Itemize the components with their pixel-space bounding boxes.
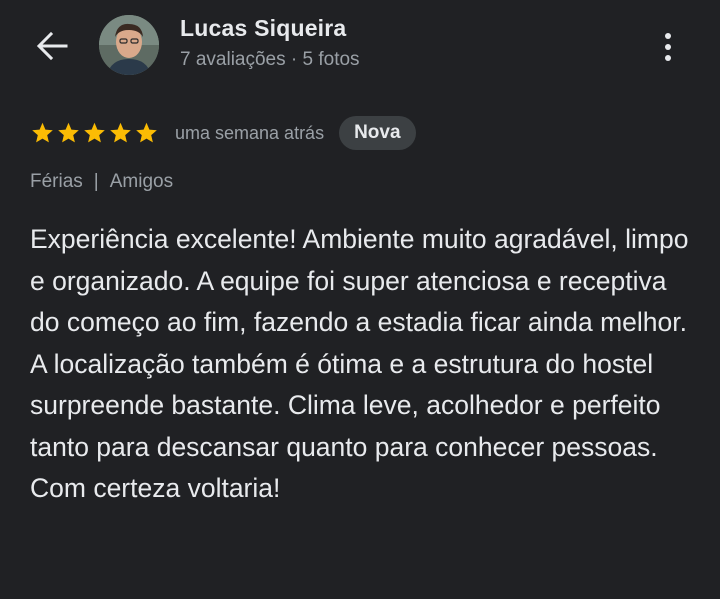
tag-separator: | [93, 171, 99, 192]
star-rating [30, 121, 159, 145]
review-tags: Férias | Amigos [30, 171, 173, 193]
star-icon [136, 122, 157, 143]
more-vert-icon [665, 33, 671, 61]
reviewer-meta: 7 avaliações · 5 fotos [180, 49, 360, 71]
star-icon [110, 122, 131, 143]
star-icon [32, 122, 53, 143]
rating-row: uma semana atrás Nova [30, 115, 416, 151]
star-icon [84, 122, 105, 143]
meta-separator: · [290, 49, 298, 70]
review-text: Experiência excelente! Ambiente muito ag… [30, 224, 689, 503]
arrow-back-icon [36, 31, 68, 61]
avatar-photo [99, 15, 159, 75]
avatar[interactable] [99, 15, 159, 75]
new-badge: Nova [339, 116, 416, 150]
review-date: uma semana atrás [175, 122, 325, 143]
more-options-button[interactable] [650, 25, 686, 69]
star-icon [58, 122, 79, 143]
reviewer-name[interactable]: Lucas Siqueira [180, 15, 346, 42]
photos-count: 5 fotos [302, 49, 360, 70]
back-button[interactable] [30, 26, 74, 66]
review-header: Lucas Siqueira 7 avaliações · 5 fotos [0, 0, 720, 95]
reviews-count: 7 avaliações [180, 49, 286, 70]
tag-item: Férias [30, 171, 83, 192]
tag-item: Amigos [109, 171, 174, 192]
